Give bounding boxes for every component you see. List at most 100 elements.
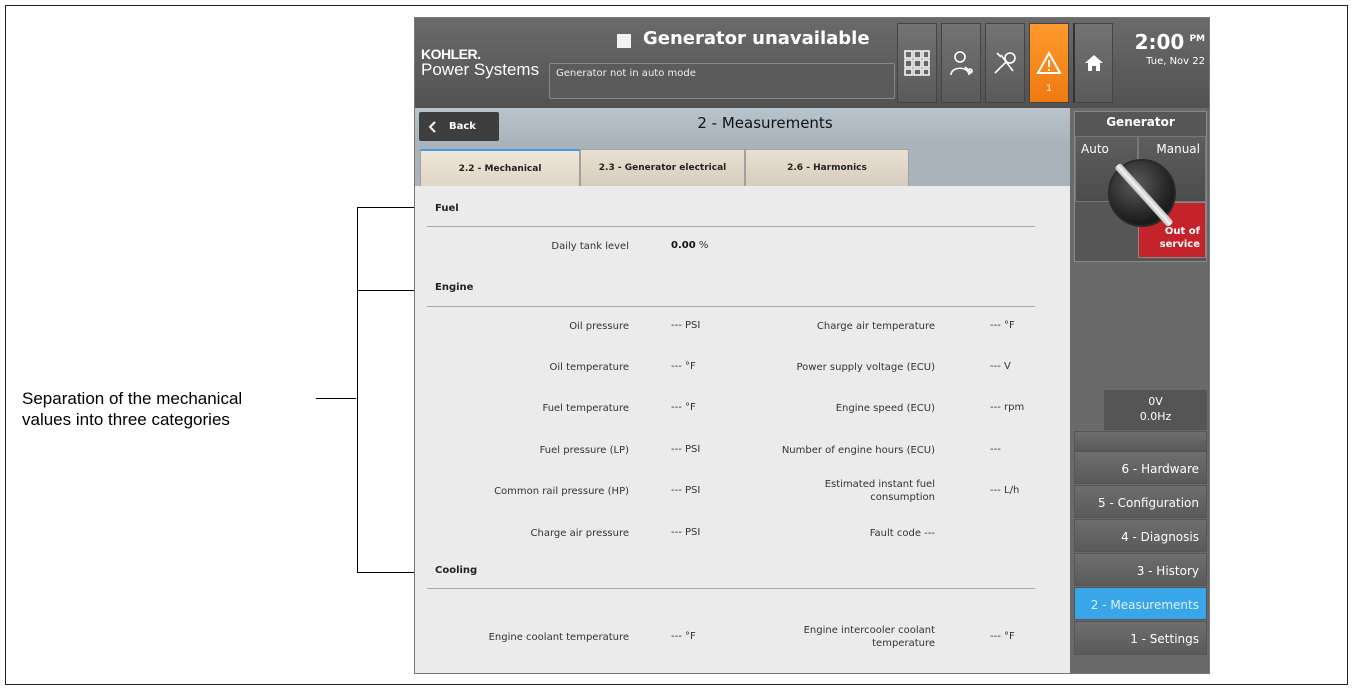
value-common-rail-pressure: --- PSI xyxy=(671,485,700,496)
value-charge-air-temperature: --- °F xyxy=(990,320,1015,331)
value-number: --- xyxy=(990,402,1001,413)
alarm-button[interactable]: 1 xyxy=(1029,23,1069,103)
menu-item-settings[interactable]: 1 - Settings xyxy=(1074,621,1207,655)
power-readout: 0V 0.0Hz xyxy=(1104,390,1207,430)
value-fuel-consumption: --- L/h xyxy=(990,485,1019,496)
value-unit: V xyxy=(1004,361,1011,372)
label-oil-temperature: Oil temperature xyxy=(549,362,629,373)
label-fault-code: Fault code --- xyxy=(755,527,935,540)
annotation-line-1: Separation of the mechanical xyxy=(22,389,243,408)
maintenance-icon xyxy=(994,52,1016,74)
value-unit: °F xyxy=(685,631,696,642)
home-button[interactable] xyxy=(1073,23,1113,103)
value-power-supply-voltage: --- V xyxy=(990,361,1011,372)
value-oil-pressure: --- PSI xyxy=(671,320,700,331)
value-number: 0.00 xyxy=(671,240,696,251)
section-divider xyxy=(427,306,1035,307)
value-unit: °F xyxy=(685,361,696,372)
keypad-icon xyxy=(904,50,930,76)
value-number: --- xyxy=(990,631,1001,642)
value-unit: °F xyxy=(685,402,696,413)
menu-spacer xyxy=(1074,431,1207,451)
annotation-text: Separation of the mechanical values into… xyxy=(22,388,322,430)
label-oil-pressure: Oil pressure xyxy=(569,321,629,332)
clock-date: Tue, Nov 22 xyxy=(1146,56,1205,67)
clock: 2:00 PM Tue, Nov 22 xyxy=(1115,30,1205,67)
value-engine-coolant-temperature: --- °F xyxy=(671,631,696,642)
value-unit: PSI xyxy=(685,320,701,331)
dial-pointer xyxy=(1114,162,1174,228)
value-number: --- xyxy=(990,444,1001,455)
menu-item-diagnosis[interactable]: 4 - Diagnosis xyxy=(1074,519,1207,552)
value-number: --- xyxy=(671,631,682,642)
value-unit: PSI xyxy=(685,527,701,538)
label-charge-air-temperature: Charge air temperature xyxy=(816,321,935,332)
value-intercooler-coolant-temperature: --- °F xyxy=(990,631,1015,642)
alarm-count: 1 xyxy=(1046,84,1052,94)
value-number: --- xyxy=(671,361,682,372)
value-number: --- xyxy=(990,485,1001,496)
label-power-supply-voltage: Power supply voltage (ECU) xyxy=(796,362,936,373)
hmi-screen: KOHLER. Power Systems Generator unavaila… xyxy=(414,17,1210,674)
value-fuel-pressure-lp: --- PSI xyxy=(671,444,700,455)
menu-item-configuration[interactable]: 5 - Configuration xyxy=(1074,485,1207,518)
value-oil-temperature: --- °F xyxy=(671,361,696,372)
menu-item-hardware[interactable]: 6 - Hardware xyxy=(1074,451,1207,484)
page-title: 2 - Measurements xyxy=(697,114,833,132)
clock-ampm: PM xyxy=(1189,34,1205,44)
section-title-engine: Engine xyxy=(435,282,474,293)
section-divider xyxy=(427,226,1035,227)
section-divider xyxy=(427,588,1035,589)
annotation-bracket-vertical xyxy=(357,207,358,573)
status-indicator-icon xyxy=(617,34,631,48)
back-label: Back xyxy=(449,121,476,132)
mode-selector-dial[interactable] xyxy=(1108,159,1176,228)
label-charge-air-pressure: Charge air pressure xyxy=(530,528,629,539)
value-engine-speed: --- rpm xyxy=(990,402,1024,413)
keypad-button[interactable] xyxy=(897,23,937,103)
label-intercooler-coolant-temperature: Engine intercooler coolant temperature xyxy=(803,625,935,649)
frequency-readout: 0.0Hz xyxy=(1139,410,1172,423)
label-fuel-temperature: Fuel temperature xyxy=(542,403,629,414)
section-title-fuel: Fuel xyxy=(435,203,459,214)
top-bar: KOHLER. Power Systems Generator unavaila… xyxy=(415,18,1209,108)
menu-item-history[interactable]: 3 - History xyxy=(1074,553,1207,586)
label-fuel-pressure-lp: Fuel pressure (LP) xyxy=(539,445,629,456)
value-unit: °F xyxy=(1004,320,1015,331)
label-engine-hours: Number of engine hours (ECU) xyxy=(781,445,935,456)
menu-item-measurements[interactable]: 2 - Measurements xyxy=(1074,587,1207,620)
warning-icon xyxy=(1036,51,1062,74)
value-number: --- xyxy=(990,320,1001,331)
maintenance-button[interactable] xyxy=(985,23,1025,103)
voltage-readout: 0V xyxy=(1148,395,1163,408)
value-unit: PSI xyxy=(685,485,701,496)
clock-time: 2:00 xyxy=(1134,30,1185,54)
tab-mechanical[interactable]: 2.2 - Mechanical xyxy=(420,149,580,186)
value-daily-tank-level: 0.00 % xyxy=(671,240,708,251)
operator-icon xyxy=(950,51,973,76)
value-number: --- xyxy=(671,320,682,331)
value-engine-hours: --- xyxy=(990,444,1001,455)
label-fuel-consumption: Estimated instant fuel consumption xyxy=(824,479,935,503)
generator-title: Generator xyxy=(1106,115,1175,129)
tab-harmonics[interactable]: 2.6 - Harmonics xyxy=(745,149,909,186)
tab-generator-electrical[interactable]: 2.3 - Generator electrical xyxy=(580,149,745,186)
value-charge-air-pressure: --- PSI xyxy=(671,527,700,538)
chevron-left-icon xyxy=(429,120,436,133)
value-number: --- xyxy=(990,361,1001,372)
value-unit: PSI xyxy=(685,444,701,455)
fault-code-label: Fault code xyxy=(869,528,921,539)
status-title: Generator unavailable xyxy=(643,28,870,49)
measurements-panel: Fuel Daily tank level 0.00 % Engine Oil … xyxy=(415,186,1070,673)
value-unit: L/h xyxy=(1004,485,1020,496)
back-button[interactable]: Back xyxy=(419,112,499,141)
value-unit: rpm xyxy=(1004,402,1025,413)
value-unit: °F xyxy=(1004,631,1015,642)
operator-button[interactable] xyxy=(941,23,981,103)
value-number: --- xyxy=(671,485,682,496)
label-engine-speed: Engine speed (ECU) xyxy=(835,403,935,414)
home-icon xyxy=(1084,55,1103,71)
value-number: --- xyxy=(671,402,682,413)
value-number: --- xyxy=(671,444,682,455)
label-daily-tank-level: Daily tank level xyxy=(551,241,629,252)
